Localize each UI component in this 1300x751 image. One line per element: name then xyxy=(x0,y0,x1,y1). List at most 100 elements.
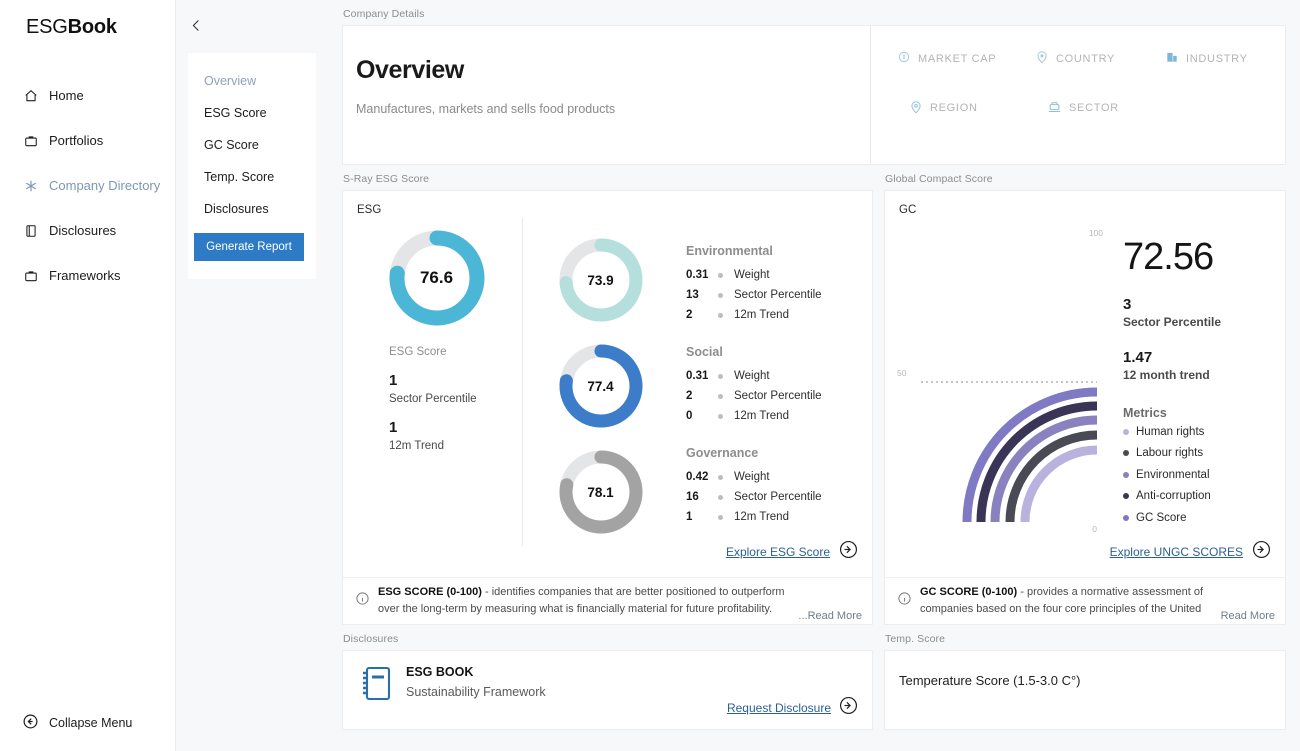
meta-label: REGION xyxy=(930,102,978,114)
esg-main-donut: 76.6 xyxy=(351,226,522,330)
legend-dot-icon xyxy=(1123,428,1129,435)
bullet-dot-icon xyxy=(718,514,723,520)
sidebar-item-home[interactable]: Home xyxy=(0,73,175,118)
gc-score-value: 72.56 xyxy=(1123,236,1214,278)
sidebar: ESGBook Home Portfolios Company Director… xyxy=(0,0,176,751)
axis-label-top: 100 xyxy=(1088,228,1103,238)
esg-main-panel: 76.6 ESG Score 1 Sector Percentile 1 12m… xyxy=(343,218,523,546)
pillar-row: 0.31 Weight xyxy=(686,265,872,285)
row-value: 13 xyxy=(686,289,699,301)
industry-building-icon xyxy=(1165,50,1179,67)
legend-dot-icon xyxy=(1123,471,1129,478)
gc-metrics-legend: Human rights Labour rights Environmental xyxy=(1123,422,1285,528)
legend-dot-icon xyxy=(1123,514,1129,521)
subnav-item-overview[interactable]: Overview xyxy=(188,65,316,97)
pillar-group-governance: Governance 0.42 Weight 16 Sector Percent… xyxy=(686,446,872,527)
meta-label: COUNTRY xyxy=(1056,52,1116,65)
gc-card-column: GC 100 50 0 72.56 3 Sector Percentile 1.… xyxy=(884,190,1286,625)
row-label: 12m Trend xyxy=(734,410,789,422)
subnav-item-disclosures[interactable]: Disclosures xyxy=(188,193,316,225)
section-label-sray-esg: S-Ray ESG Score xyxy=(343,173,430,185)
legend-dot-icon xyxy=(1123,493,1129,500)
gc-arcs-svg xyxy=(921,381,1098,523)
arrow-left-circle-icon xyxy=(22,713,39,733)
app-root: ESGBook Home Portfolios Company Director… xyxy=(0,0,1300,751)
gc-footnote-text: GC SCORE (0-100) - provides a normative … xyxy=(920,584,1213,618)
region-pin-icon xyxy=(909,100,923,117)
notebook-icon xyxy=(359,665,393,729)
request-disclosure-link[interactable]: Request Disclosure xyxy=(727,687,858,729)
meta-label: INDUSTRY xyxy=(1186,52,1248,65)
disclosure-title: ESG BOOK xyxy=(406,665,474,679)
subnav-item-gc-score[interactable]: GC Score xyxy=(188,129,316,161)
explore-ungc-scores-link[interactable]: Explore UNGC SCORES xyxy=(1110,540,1271,564)
overview-card: Overview Manufactures, markets and sells… xyxy=(342,25,1286,165)
bullet-dot-icon xyxy=(718,373,723,379)
esg-sector-percentile-label: Sector Percentile xyxy=(389,393,477,405)
row-label: Sector Percentile xyxy=(734,491,822,503)
governance-score: 78.1 xyxy=(587,484,614,500)
legend-item-anti-corruption: Anti-corruption xyxy=(1123,487,1285,507)
collapse-menu-button[interactable]: Collapse Menu xyxy=(22,713,132,733)
esg-card-tag: ESG xyxy=(357,204,382,216)
gc-card-tag: GC xyxy=(899,204,917,216)
row-label: Sector Percentile xyxy=(734,289,822,301)
sidebar-item-frameworks[interactable]: Frameworks xyxy=(0,253,175,298)
disclosures-card: ESG BOOK Sustainability Framework Reques… xyxy=(342,650,873,730)
gc-card-body: 100 50 0 72.56 3 Sector Percentile 1.47 … xyxy=(885,216,1285,546)
sidebar-item-label: Frameworks xyxy=(49,268,121,283)
esg-main-score: 76.6 xyxy=(419,268,454,287)
gc-footnote: GC SCORE (0-100) - provides a normative … xyxy=(885,577,1285,624)
row-label: 12m Trend xyxy=(734,511,789,523)
row-label: Weight xyxy=(734,471,770,483)
row-value: 1 xyxy=(686,511,693,523)
brand-light: ESG xyxy=(26,16,68,38)
overview-meta: MARKET CAP COUNTRY INDUSTRY REGION SECTO… xyxy=(871,26,1285,164)
primary-nav: Home Portfolios Company Directory Disclo… xyxy=(0,73,175,298)
bullet-dot-icon xyxy=(718,312,723,318)
gc-read-more-link[interactable]: Read More xyxy=(1221,610,1275,624)
disclosures-column: ESG BOOK Sustainability Framework Reques… xyxy=(342,650,873,730)
page-title: Overview xyxy=(356,56,464,84)
request-disclosure-label: Request Disclosure xyxy=(726,701,831,715)
row-value: 2 xyxy=(686,390,693,402)
legend-item-labour-rights: Labour rights xyxy=(1123,444,1285,464)
book-icon xyxy=(24,224,38,238)
sidebar-item-disclosures[interactable]: Disclosures xyxy=(0,208,175,253)
meta-market-cap: MARKET CAP xyxy=(897,50,1035,67)
meta-label: SECTOR xyxy=(1069,102,1119,114)
esg-main-stats: ESG Score 1 Sector Percentile 1 12m Tren… xyxy=(351,330,522,452)
pillar-title: Governance xyxy=(686,446,759,460)
disclosures-text: ESG BOOK Sustainability Framework xyxy=(406,665,546,729)
back-button[interactable] xyxy=(181,10,211,40)
sidebar-item-company-directory[interactable]: Company Directory xyxy=(0,163,175,208)
brand-bold: Book xyxy=(67,16,117,38)
gc-sector-percentile-label: Sector Percentile xyxy=(1123,315,1222,329)
legend-label: Labour rights xyxy=(1136,447,1204,460)
sparkle-icon xyxy=(24,179,38,193)
esg-trend-label: 12m Trend xyxy=(389,440,444,452)
brand-logo: ESGBook xyxy=(0,0,175,39)
explore-ungc-label: Explore UNGC SCORES xyxy=(1109,545,1243,559)
bullet-dot-icon xyxy=(718,474,723,480)
generate-report-button[interactable]: Generate Report xyxy=(194,233,304,261)
pillar-row: 1 12m Trend xyxy=(686,507,872,527)
subnav-item-temp-score[interactable]: Temp. Score xyxy=(188,161,316,193)
row-value: 0.31 xyxy=(686,370,709,382)
bullet-dot-icon xyxy=(718,292,723,298)
collapse-menu-label: Collapse Menu xyxy=(49,716,133,730)
esg-footnote: ESG SCORE (0-100) - identifies companies… xyxy=(343,577,872,624)
meta-row-top: MARKET CAP COUNTRY INDUSTRY xyxy=(897,50,1285,67)
esg-score-card: ESG 76.6 ESG Score 1 Sector Percentile 1… xyxy=(342,190,873,625)
pillar-group-environmental: Environmental 0.31 Weight 13 Sector Perc… xyxy=(686,244,872,325)
explore-esg-score-link[interactable]: Explore ESG Score xyxy=(726,540,858,564)
subnav-item-esg-score[interactable]: ESG Score xyxy=(188,97,316,129)
esg-read-more-link[interactable]: ...Read More xyxy=(798,610,862,624)
section-label-company-details: Company Details xyxy=(343,8,425,20)
sidebar-item-portfolios[interactable]: Portfolios xyxy=(0,118,175,163)
esg-card-body: 76.6 ESG Score 1 Sector Percentile 1 12m… xyxy=(343,216,872,546)
row-label: 12m Trend xyxy=(734,309,789,321)
info-icon xyxy=(355,591,370,611)
legend-label: Human rights xyxy=(1136,425,1205,438)
bullet-dot-icon xyxy=(718,272,723,278)
